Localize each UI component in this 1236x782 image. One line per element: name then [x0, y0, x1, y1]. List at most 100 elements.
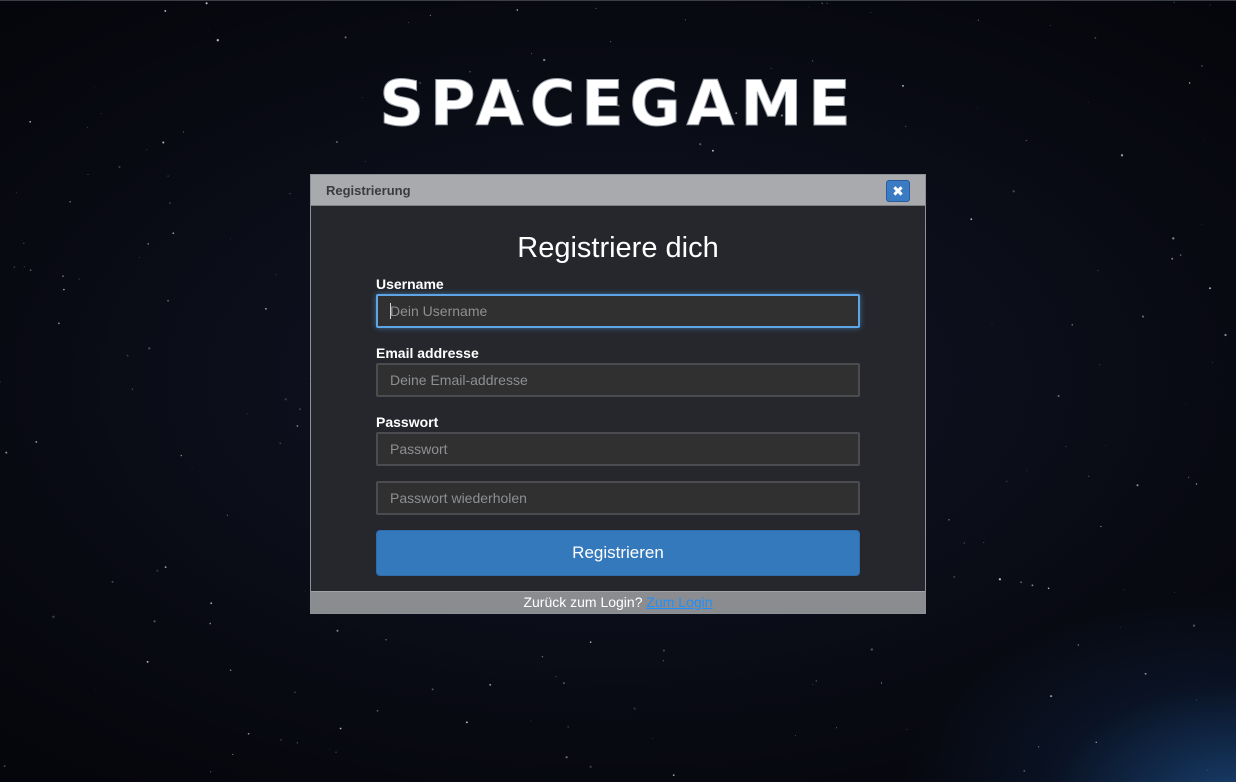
star — [902, 84, 904, 87]
star — [1200, 64, 1204, 67]
star — [131, 388, 134, 390]
star — [811, 60, 814, 62]
star — [364, 161, 366, 163]
star — [431, 688, 434, 691]
star — [516, 9, 519, 11]
star — [905, 125, 907, 127]
star — [489, 683, 492, 686]
register-button[interactable]: Registrieren — [376, 530, 860, 576]
star — [555, 675, 557, 678]
star — [279, 442, 282, 445]
star — [336, 629, 339, 632]
star — [339, 727, 342, 730]
star — [87, 173, 89, 175]
star — [306, 378, 307, 380]
star — [335, 141, 338, 144]
star — [93, 86, 95, 88]
star — [541, 655, 544, 658]
footer-text: Zurück zum Login? — [523, 594, 643, 610]
password-repeat-input[interactable] — [376, 481, 860, 515]
star — [209, 622, 212, 625]
star — [1100, 525, 1102, 528]
login-link[interactable]: Zum Login — [646, 594, 712, 610]
dialog-title: Registrierung — [326, 183, 411, 198]
password-input[interactable] — [376, 432, 860, 466]
star — [1192, 624, 1196, 627]
star — [1097, 269, 1099, 271]
star — [531, 53, 532, 54]
star — [812, 684, 814, 685]
star — [543, 58, 546, 62]
star — [1173, 1, 1175, 3]
star — [62, 275, 64, 277]
star — [289, 192, 291, 195]
username-input[interactable] — [376, 294, 860, 328]
star — [167, 175, 169, 177]
star — [182, 131, 185, 133]
star — [304, 590, 306, 592]
star — [991, 322, 993, 324]
star — [69, 201, 71, 203]
star — [1050, 695, 1053, 698]
star — [1174, 591, 1175, 593]
star — [589, 641, 592, 643]
star — [296, 742, 298, 744]
star — [29, 269, 32, 271]
star — [821, 2, 823, 5]
star — [57, 322, 60, 325]
star — [408, 22, 409, 23]
star — [167, 299, 170, 302]
star — [156, 569, 159, 572]
star — [1119, 626, 1121, 628]
star — [13, 266, 16, 269]
star — [1120, 154, 1124, 157]
star — [977, 19, 980, 21]
star — [147, 243, 149, 245]
star — [836, 727, 838, 729]
star — [164, 566, 167, 568]
star — [662, 649, 665, 652]
star — [344, 36, 347, 39]
star — [530, 720, 532, 722]
star — [146, 149, 148, 151]
star — [1057, 394, 1060, 398]
star — [1037, 746, 1040, 748]
star — [906, 729, 908, 730]
star — [3, 765, 6, 767]
star — [35, 440, 38, 443]
email-input[interactable] — [376, 363, 860, 397]
star — [126, 354, 129, 357]
star — [662, 660, 664, 662]
star — [172, 232, 175, 235]
logo-text: SPACEGAME — [379, 69, 856, 133]
star — [711, 149, 714, 152]
star — [23, 266, 25, 268]
star — [1012, 190, 1015, 193]
star — [385, 639, 387, 641]
star — [684, 19, 686, 21]
star — [567, 726, 570, 728]
page-background: SPACEGAME Registrierung ✖ Registriere di… — [0, 0, 1236, 782]
star — [1185, 402, 1187, 404]
registration-dialog: Registrierung ✖ Registriere dich Usernam… — [310, 174, 926, 614]
star — [1065, 445, 1067, 447]
star — [610, 41, 612, 43]
star — [1023, 769, 1026, 772]
dialog-footer: Zurück zum Login? Zum Login — [311, 591, 925, 613]
star — [565, 756, 568, 759]
star — [153, 620, 156, 623]
star — [633, 707, 636, 710]
close-icon: ✖ — [892, 183, 904, 199]
email-label: Email addresse — [376, 345, 479, 361]
form-heading: Registriere dich — [517, 232, 719, 264]
star — [86, 126, 88, 128]
star — [1049, 25, 1051, 26]
star — [870, 648, 873, 651]
star — [1179, 254, 1182, 256]
star — [1204, 139, 1206, 141]
close-button[interactable]: ✖ — [886, 180, 910, 202]
text-caret — [390, 303, 391, 319]
star — [294, 691, 296, 694]
star — [1088, 475, 1090, 477]
star — [1209, 287, 1211, 290]
